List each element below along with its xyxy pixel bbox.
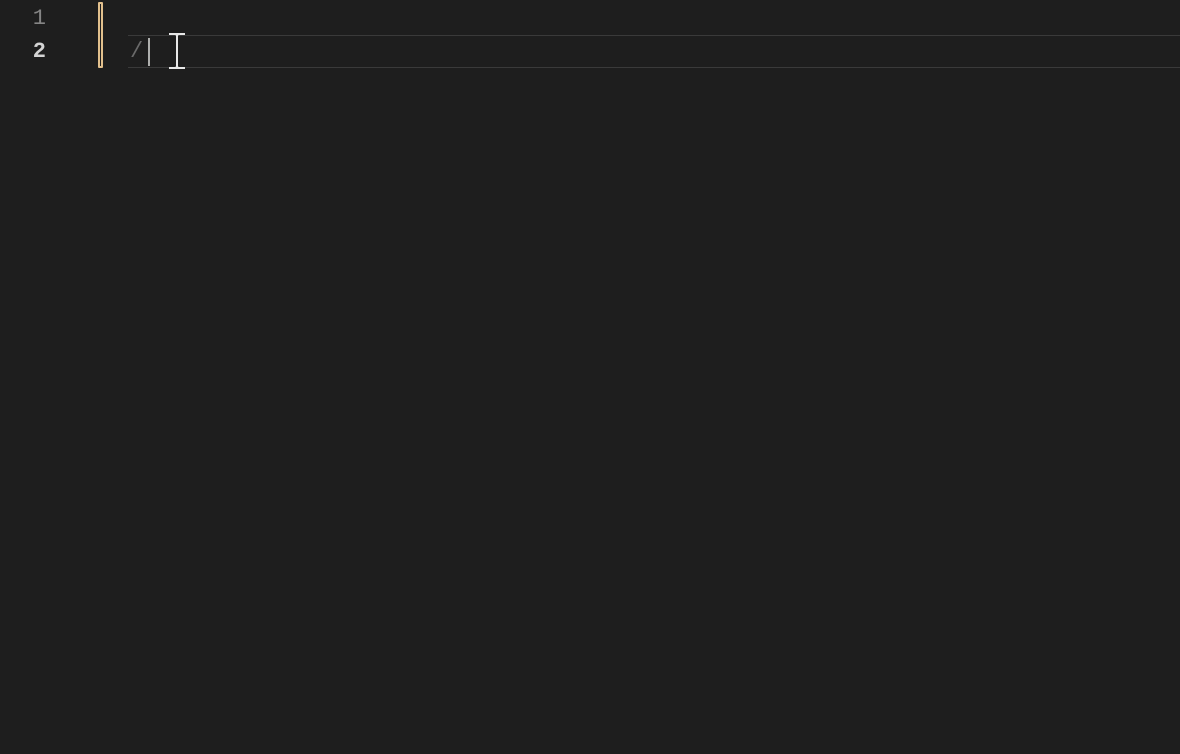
code-editor[interactable]: 1 2 /	[0, 0, 1180, 754]
change-indicator-column	[74, 0, 102, 754]
line-number-gutter: 1 2	[0, 0, 74, 754]
code-area[interactable]: /	[102, 0, 1180, 754]
line-number[interactable]: 1	[0, 2, 74, 35]
code-line[interactable]: /	[102, 35, 1180, 68]
code-line[interactable]	[102, 2, 1180, 35]
line-text: /	[130, 39, 143, 64]
line-number[interactable]: 2	[0, 35, 74, 68]
text-caret	[148, 38, 150, 66]
